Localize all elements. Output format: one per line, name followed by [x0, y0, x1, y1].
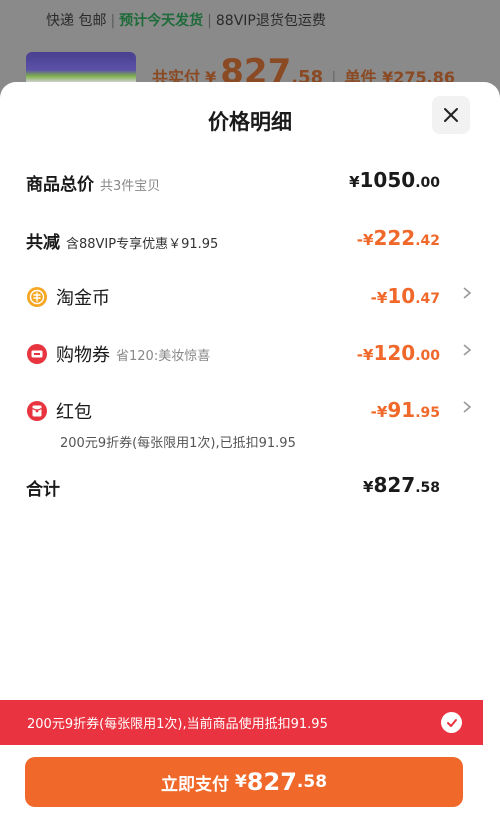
amount-int: 10 — [387, 284, 416, 308]
taojinbi-amount: -¥10.47 — [371, 284, 440, 308]
coupon-amount: -¥120.00 — [357, 341, 440, 365]
amount-dec: .00 — [415, 175, 440, 191]
amount-int: 120 — [373, 341, 416, 365]
redpacket-note: 200元9折券(每张限用1次),已抵扣91.95 — [60, 436, 296, 451]
coupon-label: 购物券 — [56, 345, 110, 366]
row-taojinbi[interactable]: 淘金币 -¥10.47 — [26, 284, 474, 310]
currency-symbol: -¥ — [370, 289, 388, 307]
amount-dec: .95 — [415, 405, 440, 421]
sheet-title: 价格明细 — [208, 110, 292, 134]
coupon-banner: 200元9折券(每张限用1次),当前商品使用抵扣91.95 — [0, 700, 483, 745]
pay-currency: ¥ — [234, 772, 247, 792]
amount-int: 91 — [387, 398, 416, 422]
sum-amount: ¥827.58 — [363, 473, 440, 497]
banner-text: 200元9折券(每张限用1次),当前商品使用抵扣91.95 — [27, 717, 328, 732]
vip-return-text: 88VIP退货包运费 — [215, 13, 326, 29]
amount-int: 827 — [373, 473, 416, 497]
red-envelope-icon — [27, 401, 47, 421]
close-icon — [444, 108, 458, 122]
amount-dec: .42 — [415, 233, 440, 249]
currency-symbol: -¥ — [370, 403, 388, 421]
chevron-right-icon[interactable] — [460, 343, 474, 361]
amount-int: 1050 — [359, 168, 416, 192]
courier-text: 快递 包邮 — [46, 13, 107, 29]
amount-int: 222 — [373, 226, 416, 250]
amount-dec: .58 — [415, 480, 440, 496]
pay-int: 827 — [246, 768, 297, 796]
chevron-right-icon[interactable] — [460, 400, 474, 418]
currency-symbol: -¥ — [356, 231, 374, 249]
discount-amount: -¥222.42 — [357, 226, 440, 250]
row-total: 商品总价 共3件宝贝 ¥1050.00 — [26, 168, 474, 195]
amount-dec: .00 — [415, 348, 440, 364]
row-coupon[interactable]: 购物券 省120:美妆惊喜 -¥120.00 — [26, 341, 474, 367]
shipping-info: 快递 包邮 | 预计今天发货 | 88VIP退货包运费 — [46, 10, 326, 30]
close-button[interactable] — [432, 96, 470, 134]
divider: | — [207, 13, 212, 29]
row-redpacket[interactable]: 红包 -¥91.95 — [26, 398, 474, 424]
ticket-icon — [27, 344, 47, 364]
total-sub: 共3件宝贝 — [100, 179, 161, 194]
pay-now-button[interactable]: 立即支付 ¥827.58 — [25, 757, 463, 807]
pay-label: 立即支付 — [160, 774, 229, 795]
ship-today-text: 预计今天发货 — [119, 13, 204, 29]
currency-symbol: ¥ — [363, 478, 374, 496]
redpacket-amount: -¥91.95 — [371, 398, 440, 422]
currency-symbol: ¥ — [349, 173, 360, 191]
gold-coin-icon — [27, 287, 47, 307]
discount-label: 共减 — [26, 233, 60, 253]
discount-sub: 含88VIP专享优惠￥91.95 — [66, 237, 219, 252]
pay-dec: .58 — [296, 772, 328, 792]
chevron-right-icon[interactable] — [460, 286, 474, 304]
row-sum: 合计 ¥827.58 — [26, 473, 474, 500]
redpacket-label: 红包 — [56, 402, 92, 423]
coupon-sub: 省120:美妆惊喜 — [116, 348, 211, 364]
currency-symbol: -¥ — [356, 346, 374, 364]
taojinbi-label: 淘金币 — [56, 288, 110, 309]
check-circle-icon[interactable] — [441, 712, 462, 733]
divider: | — [110, 13, 116, 29]
sum-label: 合计 — [26, 480, 60, 500]
total-amount: ¥1050.00 — [349, 168, 440, 192]
total-label: 商品总价 — [26, 175, 94, 195]
amount-dec: .47 — [415, 291, 440, 307]
row-discount: 共减 含88VIP专享优惠￥91.95 -¥222.42 — [26, 226, 474, 253]
